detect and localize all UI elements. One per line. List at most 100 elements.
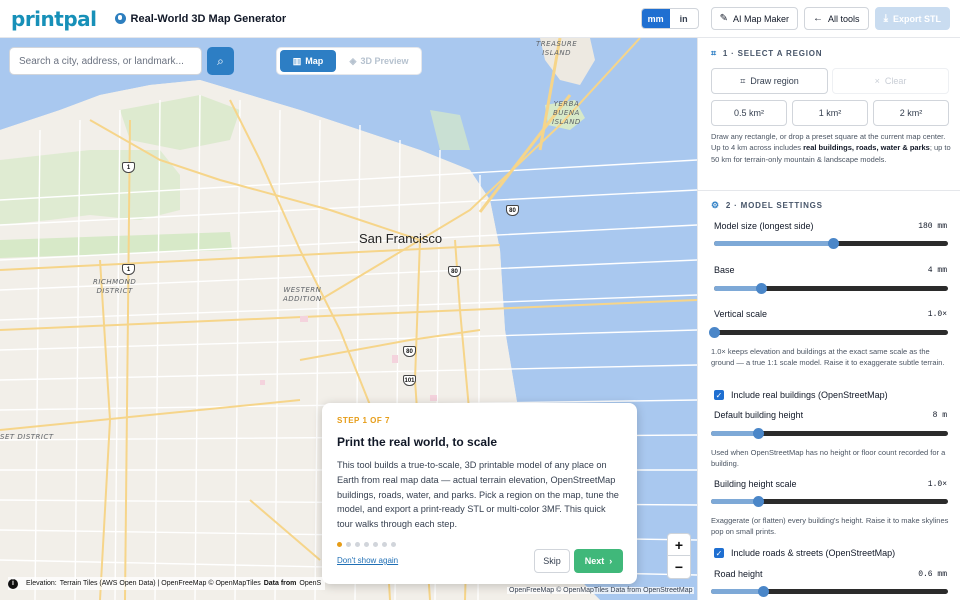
map-label-city: San Francisco <box>359 231 443 246</box>
logo[interactable]: printpal <box>11 7 97 31</box>
building-height-value: 8 m <box>932 411 947 420</box>
download-icon: ⤓ <box>883 13 888 24</box>
zoom-out-button[interactable]: − <box>668 556 690 578</box>
map-attribution-right[interactable]: OpenFreeMap © OpenMapTiles Data from Ope… <box>507 587 695 594</box>
clear-button[interactable]: × Clear <box>832 68 949 94</box>
building-height-note: Used when OpenStreetMap has no height or… <box>711 448 946 469</box>
include-roads-label: Include roads & streets (OpenStreetMap) <box>731 548 896 558</box>
tour-step-indicator: STEP 1 OF 7 <box>337 416 390 425</box>
attribution-bold: Data from <box>263 580 297 587</box>
search-button[interactable]: ⌕ <box>207 47 234 75</box>
ai-map-maker-button[interactable]: ✎ AI Map Maker <box>710 7 799 30</box>
checkmark-icon: ✓ <box>714 390 724 400</box>
search-input[interactable]: Search a city, address, or landmark... <box>9 47 202 75</box>
draw-region-button[interactable]: ⌗ Draw region <box>711 68 828 94</box>
slider-fill <box>711 499 759 504</box>
building-scale-label: Building height scale <box>714 479 797 489</box>
tour-dot <box>346 541 351 547</box>
slider-thumb[interactable] <box>758 586 770 597</box>
tab-3d-preview[interactable]: ◈ 3D Preview <box>340 50 418 72</box>
slider-thumb[interactable] <box>709 327 720 338</box>
include-buildings-label: Include real buildings (OpenStreetMap) <box>731 390 888 400</box>
road-height-label: Road height <box>714 569 763 579</box>
map-icon: ▥ <box>292 55 302 66</box>
page-title-text: Real-World 3D Map Generator <box>130 12 287 25</box>
dont-show-again-link[interactable]: Don't show again <box>337 556 398 565</box>
unit-mm-button[interactable]: mm <box>641 9 670 28</box>
unit-in-button[interactable]: in <box>670 9 698 28</box>
base-slider[interactable] <box>714 283 948 294</box>
section-model-heading: 2 · MODEL SETTINGS <box>725 201 823 210</box>
route-shield: 80 <box>448 266 461 277</box>
all-tools-label: All tools <box>828 13 860 24</box>
tour-dot <box>373 541 378 547</box>
attribution-tail[interactable]: OpenS <box>299 580 321 587</box>
section-region-heading: 1 · SELECT A REGION <box>722 49 823 58</box>
base-value: 4 mm <box>927 266 947 275</box>
model-size-label: Model size (longest side) <box>714 221 814 231</box>
checkmark-icon: ✓ <box>714 548 724 558</box>
tour-dot <box>382 541 387 547</box>
road-height-slider[interactable] <box>711 586 948 597</box>
magic-wand-icon: ✎ <box>719 13 729 24</box>
tab-map[interactable]: ▥ Map <box>280 50 336 72</box>
ai-map-maker-label: AI Map Maker <box>733 13 790 24</box>
tour-dot <box>364 541 369 547</box>
tour-title: Print the real world, to scale <box>337 435 498 449</box>
tour-dot <box>337 541 342 547</box>
tour-dot <box>391 541 396 547</box>
slider-thumb[interactable] <box>828 238 840 249</box>
info-icon[interactable]: i <box>8 578 18 589</box>
export-stl-button[interactable]: ⤓ Export STL <box>874 7 950 30</box>
slider-fill <box>714 286 761 291</box>
attribution-prefix: Elevation: <box>26 580 57 587</box>
building-scale-note: Exaggerate (or flatten) every building's… <box>711 516 949 537</box>
map-attribution: i Elevation: Terrain Tiles (AWS Open Dat… <box>8 577 326 590</box>
include-buildings-checkbox[interactable]: ✓ Include real buildings (OpenStreetMap) <box>714 390 888 400</box>
vertical-scale-note: 1.0× keeps elevation and buildings at th… <box>711 347 945 368</box>
map-label-yerba-buena: YERBA BUENA ISLAND <box>552 100 581 126</box>
draw-icon: ⌗ <box>740 75 746 86</box>
clear-label: Clear <box>884 76 907 86</box>
sliders-icon: ⚙ <box>711 200 720 210</box>
slider-fill <box>711 589 764 594</box>
close-icon: × <box>874 76 880 86</box>
tour-dot <box>355 541 360 547</box>
map-label-treasure-island: TREASURE ISLAND <box>536 40 578 57</box>
header-actions: mm in ✎ AI Map Maker ← All tools ⤓ Export S… <box>640 7 950 30</box>
building-height-slider[interactable] <box>711 428 948 439</box>
attribution-text[interactable]: Terrain Tiles (AWS Open Data) | OpenFree… <box>60 580 261 587</box>
slider-fill <box>714 241 834 246</box>
route-shield: 1 <box>122 264 135 275</box>
next-button[interactable]: Next › <box>574 549 623 573</box>
slider-thumb[interactable] <box>755 283 767 294</box>
arrow-left-icon: ← <box>813 13 824 24</box>
unit-toggle: mm in <box>640 8 699 29</box>
preset-button[interactable]: 0.5 km² <box>711 100 787 126</box>
vertical-scale-slider[interactable] <box>709 327 948 338</box>
all-tools-button[interactable]: ← All tools <box>804 7 869 30</box>
zoom-in-button[interactable]: + <box>668 534 690 556</box>
model-size-slider[interactable] <box>714 238 948 249</box>
slider-thumb[interactable] <box>753 428 765 439</box>
route-shield: 80 <box>403 346 416 357</box>
tab-3d-label: 3D Preview <box>360 56 409 66</box>
globe-icon <box>114 13 126 24</box>
preset-button[interactable]: 1 km² <box>792 100 868 126</box>
cube-icon: ◈ <box>349 55 357 66</box>
building-scale-slider[interactable] <box>711 496 948 507</box>
tab-map-label: Map <box>305 56 324 66</box>
vertical-scale-label: Vertical scale <box>714 309 768 319</box>
preset-button[interactable]: 2 km² <box>873 100 949 126</box>
model-size-value: 180 mm <box>918 222 947 231</box>
view-toggle: ▥ Map ◈ 3D Preview <box>276 47 422 75</box>
skip-button[interactable]: Skip <box>534 549 570 573</box>
route-shield: 80 <box>506 205 519 216</box>
section-select-region: ⌗ 1 · SELECT A REGION <box>698 48 822 59</box>
map-label-western-addition: WESTERN ADDITION <box>283 286 322 303</box>
slider-fill <box>711 431 759 436</box>
next-label: Next <box>584 556 605 566</box>
include-roads-checkbox[interactable]: ✓ Include roads & streets (OpenStreetMap) <box>714 548 895 558</box>
settings-panel: ⌗ 1 · SELECT A REGION ⌗ Draw region × Clear… <box>697 38 960 600</box>
slider-thumb[interactable] <box>753 496 765 507</box>
